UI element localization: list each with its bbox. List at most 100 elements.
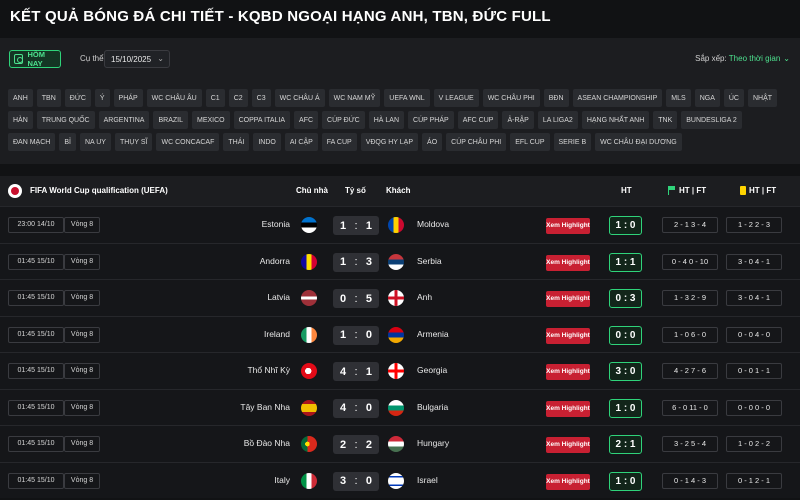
league-chip[interactable]: FA CUP (321, 133, 357, 151)
away-flag-icon (388, 326, 404, 343)
league-chip[interactable]: MEXICO (191, 111, 230, 129)
home-team-name[interactable]: Italy (274, 475, 290, 485)
league-chip[interactable]: ĐỨC (64, 89, 91, 107)
match-row[interactable]: 01:45 15/10 Vòng 8 Andorra 1:3 Serbia Xem Hig… (0, 242, 800, 279)
watch-highlight-button[interactable]: Xem Highlight (546, 400, 590, 417)
league-chip[interactable]: WC NAM MỸ (328, 89, 381, 107)
watch-highlight-button[interactable]: Xem Highlight (546, 473, 590, 490)
away-team-name[interactable]: Anh (417, 292, 432, 302)
league-chip[interactable]: ÁO (422, 133, 443, 151)
league-chip[interactable]: UEFA WNL (384, 89, 430, 107)
league-chip[interactable]: VĐQG HY LẠP (360, 133, 419, 151)
away-team-name[interactable]: Israel (417, 475, 438, 485)
league-chip[interactable]: BĐN (543, 89, 569, 107)
away-team-name[interactable]: Armenia (417, 329, 449, 339)
league-chip[interactable]: NHẬT (747, 89, 778, 107)
league-chip[interactable]: SERIE B (553, 133, 592, 151)
match-row[interactable]: 23:00 14/10 Vòng 8 Estonia 1:1 Moldova Xem Hi… (0, 206, 800, 243)
league-chip[interactable]: Ý (94, 89, 110, 107)
today-button[interactable]: HÔM NAY (9, 50, 61, 68)
league-chip[interactable]: BỈ (59, 133, 76, 151)
league-chip[interactable]: EFL CUP (510, 133, 550, 151)
league-chip[interactable]: HÀN (8, 111, 33, 129)
league-chip[interactable]: ÚC (723, 89, 744, 107)
league-chip[interactable]: BRAZIL (153, 111, 188, 129)
league-chip[interactable]: TNK (653, 111, 678, 129)
score-box[interactable]: 2:2 (333, 435, 379, 454)
league-chip[interactable]: LA LIGA2 (537, 111, 578, 129)
league-chip[interactable]: C2 (228, 89, 248, 107)
watch-highlight-button[interactable]: Xem Highlight (546, 364, 590, 380)
league-chip[interactable]: NGA (694, 89, 720, 107)
league-chip[interactable]: WC CHÂU ĐẠI DƯƠNG (595, 133, 682, 151)
away-team-name[interactable]: Moldova (417, 219, 449, 229)
league-chip[interactable]: WC CHÂU PHI (482, 89, 540, 107)
home-team-name[interactable]: Estonia (262, 219, 290, 229)
score-box[interactable]: 4:1 (333, 362, 379, 381)
score-box[interactable]: 0:5 (333, 289, 379, 308)
away-score: 0 (365, 402, 372, 414)
home-team-name[interactable]: Thổ Nhĩ Kỳ (247, 365, 290, 375)
league-chip[interactable]: ASEAN CHAMPIONSHIP (572, 89, 663, 107)
home-team-name[interactable]: Latvia (267, 292, 290, 302)
league-chip[interactable]: V LEAGUE (433, 89, 479, 107)
score-box[interactable]: 3:0 (333, 471, 379, 491)
league-chip[interactable]: HẠNG NHẤT ANH (581, 111, 650, 129)
league-chip[interactable]: AI CẬP (284, 133, 318, 151)
league-chip[interactable]: WC CHÂU ÂU (146, 89, 202, 107)
score-box[interactable]: 1:1 (333, 216, 379, 235)
watch-highlight-button[interactable]: Xem Highlight (546, 327, 590, 344)
league-chip[interactable]: ANH (8, 89, 33, 107)
league-chip[interactable]: WC CHÂU Á (274, 89, 325, 107)
home-team-name[interactable]: Andorra (260, 256, 290, 266)
league-chip[interactable]: THỤY SĨ (114, 133, 153, 151)
league-chip[interactable]: AFC CUP (457, 111, 499, 129)
home-team-name[interactable]: Ireland (264, 329, 290, 339)
match-row[interactable]: 01:45 15/10 Vòng 8 Ireland 1:0 Armenia Xem Hi… (0, 315, 800, 352)
league-chip[interactable]: C3 (251, 89, 271, 107)
match-row[interactable]: 01:45 15/10 Vòng 8 Italy 3:0 Israel Xem Highl… (0, 461, 800, 498)
league-chip[interactable]: TRUNG QUỐC (36, 111, 95, 129)
sort-control[interactable]: Sắp xếp: Theo thời gian ⌄ (695, 54, 790, 63)
league-chip[interactable]: BUNDESLIGA 2 (681, 111, 742, 129)
watch-highlight-button[interactable]: Xem Highlight (546, 254, 590, 271)
league-chip[interactable]: Ả-RẬP (502, 111, 534, 129)
league-chip[interactable]: TBN (36, 89, 61, 107)
match-row[interactable]: 01:45 15/10 Vòng 8 Latvia 0:5 Anh Xem Highlig… (0, 279, 800, 316)
league-chip[interactable]: ARGENTINA (98, 111, 150, 129)
league-chip[interactable]: CÚP CHÂU PHI (446, 133, 507, 151)
away-team-name[interactable]: Bulgaria (417, 402, 448, 412)
watch-highlight-button[interactable]: Xem Highlight (546, 437, 590, 453)
league-chip[interactable]: C1 (205, 89, 225, 107)
league-chip[interactable]: HÀ LAN (368, 111, 405, 129)
home-team-name[interactable]: Tây Ban Nha (240, 402, 290, 412)
league-chip[interactable]: INDO (253, 133, 281, 151)
league-chip[interactable]: THÁI (223, 133, 250, 151)
watch-highlight-button[interactable]: Xem Highlight (546, 218, 590, 234)
league-chip[interactable]: WC CONCACAF (156, 133, 220, 151)
league-chip[interactable]: CÚP PHÁP (408, 111, 454, 129)
match-row[interactable]: 01:45 15/10 Vòng 8 Tây Ban Nha 4:0 Bulgaria X… (0, 388, 800, 425)
league-chip[interactable]: COPPA ITALIA (233, 111, 291, 129)
competition-name: FIFA World Cup qualification (UEFA) (30, 186, 168, 195)
league-chip[interactable]: NA UY (79, 133, 111, 151)
score-box[interactable]: 4:0 (333, 398, 379, 418)
league-chip[interactable]: ĐAN MẠCH (8, 133, 56, 151)
home-team-name[interactable]: Bồ Đào Nha (244, 438, 290, 448)
away-team-name[interactable]: Hungary (417, 438, 449, 448)
score-box[interactable]: 1:3 (333, 252, 379, 272)
league-chip[interactable]: AFC (294, 111, 319, 129)
watch-highlight-button[interactable]: Xem Highlight (546, 291, 590, 307)
match-row[interactable]: 01:45 15/10 Vòng 8 Thổ Nhĩ Kỳ 4:1 Georgia Xem… (0, 352, 800, 389)
match-row[interactable]: 01:45 15/10 Vòng 8 Bồ Đào Nha 2:2 Hungary Xem… (0, 425, 800, 462)
league-chip[interactable]: PHÁP (113, 89, 143, 107)
score-box[interactable]: 1:0 (333, 325, 379, 345)
page-title: KẾT QUẢ BÓNG ĐÁ CHI TIẾT - KQBD NGOẠI HẠ… (10, 8, 551, 25)
league-chip[interactable]: MLS (666, 89, 691, 107)
away-team-name[interactable]: Georgia (417, 365, 447, 375)
home-score: 4 (340, 402, 347, 414)
league-chip[interactable]: CÚP ĐỨC (322, 111, 365, 129)
halftime-score: 1 : 0 (609, 398, 642, 418)
away-team-name[interactable]: Serbia (417, 256, 442, 266)
date-select[interactable]: 15/10/2025 ⌄ (104, 50, 170, 68)
